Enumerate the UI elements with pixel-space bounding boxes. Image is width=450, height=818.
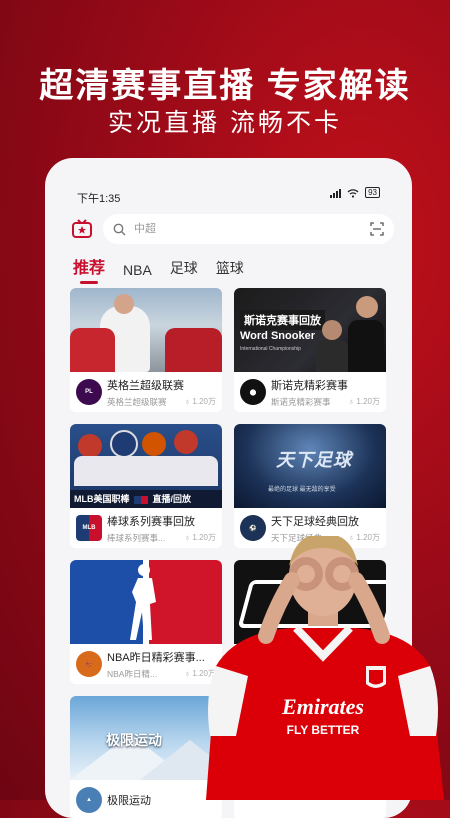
thumb-small: 最绝的足球 最无敌的享受 (268, 487, 336, 493)
card-title: 天下足球经典回放 (271, 515, 359, 528)
thumb-title: 极限运动 (106, 732, 162, 748)
arsenal-crest-icon (366, 666, 386, 688)
search-icon (113, 223, 126, 235)
category-tabs: 推荐 NBA 足球 篮球 (73, 254, 244, 284)
card-subtitle: NBA昨日精... (107, 668, 158, 679)
status-bar: 下午1:35 93 (45, 158, 412, 205)
card-title: 英格兰超级联赛 (107, 379, 184, 392)
card-subtitle: 棒球系列赛事... (107, 532, 166, 543)
card-football-classic[interactable]: 天下足球 最绝的足球 最无敌的享受 ⚽ 天下足球经典回放 天下足球经典... ♁… (234, 424, 386, 548)
thumb-small: International Championship (240, 346, 301, 352)
card-title: 斯诺克精彩赛事 (271, 379, 348, 392)
snooker-logo: ⬤ (240, 379, 266, 405)
card-thumbnail (70, 288, 222, 372)
card-mlb[interactable]: MLB美国职棒 直播/回放 MLB 棒球系列赛事回放 棒球系列赛事... ♁ 1… (70, 424, 222, 548)
nba-logo-silhouette (130, 564, 156, 640)
card-thumbnail: MLB美国职棒 直播/回放 (70, 424, 222, 508)
signal-icon (330, 188, 342, 198)
views-count: ♁ 1.20万 (348, 397, 380, 406)
search-input[interactable] (132, 222, 370, 236)
card-premier-league[interactable]: PL 英格兰超级联赛 英格兰超级联赛 ♁ 1.20万 (70, 288, 222, 412)
wifi-icon (347, 188, 359, 198)
scan-icon[interactable] (370, 222, 384, 236)
premier-league-logo: PL (76, 379, 102, 405)
thumb-brand: Word Snooker (240, 330, 315, 342)
card-title: 棒球系列赛事回放 (107, 515, 195, 528)
status-time: 下午1:35 (77, 193, 121, 205)
card-subtitle: 斯诺克精彩赛事 (271, 396, 331, 407)
battery-icon: 93 (365, 187, 380, 198)
mlb-logo: MLB (76, 515, 102, 541)
player-illustration: Emirates FLY BETTER (206, 536, 444, 800)
tab-nba[interactable]: NBA (123, 262, 152, 284)
tab-football[interactable]: 足球 (170, 258, 198, 284)
search-bar[interactable] (103, 214, 394, 244)
banner-subline: 实况直播 流畅不卡 (108, 109, 342, 137)
jersey-slogan: FLY BETTER (287, 723, 360, 737)
tab-basketball[interactable]: 篮球 (216, 258, 244, 284)
banner-headline: 超清赛事直播 专家解读 (39, 67, 411, 105)
jersey-sponsor: Emirates (281, 694, 364, 719)
tv-logo-icon[interactable] (71, 218, 93, 240)
thumb-title: 天下足球 (276, 450, 352, 470)
views-count: ♁ 1.20万 (184, 397, 216, 406)
mlb-mini-logo (134, 495, 149, 504)
nba-logo: 🏀 (76, 651, 102, 677)
card-thumbnail: 天下足球 最绝的足球 最无敌的享受 (234, 424, 386, 508)
card-thumbnail: 斯诺克赛事回放 Word Snooker International Champ… (234, 288, 386, 372)
card-subtitle: 英格兰超级联赛 (107, 396, 167, 407)
card-snooker[interactable]: 斯诺克赛事回放 Word Snooker International Champ… (234, 288, 386, 412)
thumb-title: 斯诺克赛事回放 (240, 310, 325, 330)
thumb-caption: MLB美国职棒 直播/回放 (74, 494, 192, 504)
tab-recommend[interactable]: 推荐 (73, 254, 105, 284)
extreme-logo: ▲ (76, 787, 102, 813)
